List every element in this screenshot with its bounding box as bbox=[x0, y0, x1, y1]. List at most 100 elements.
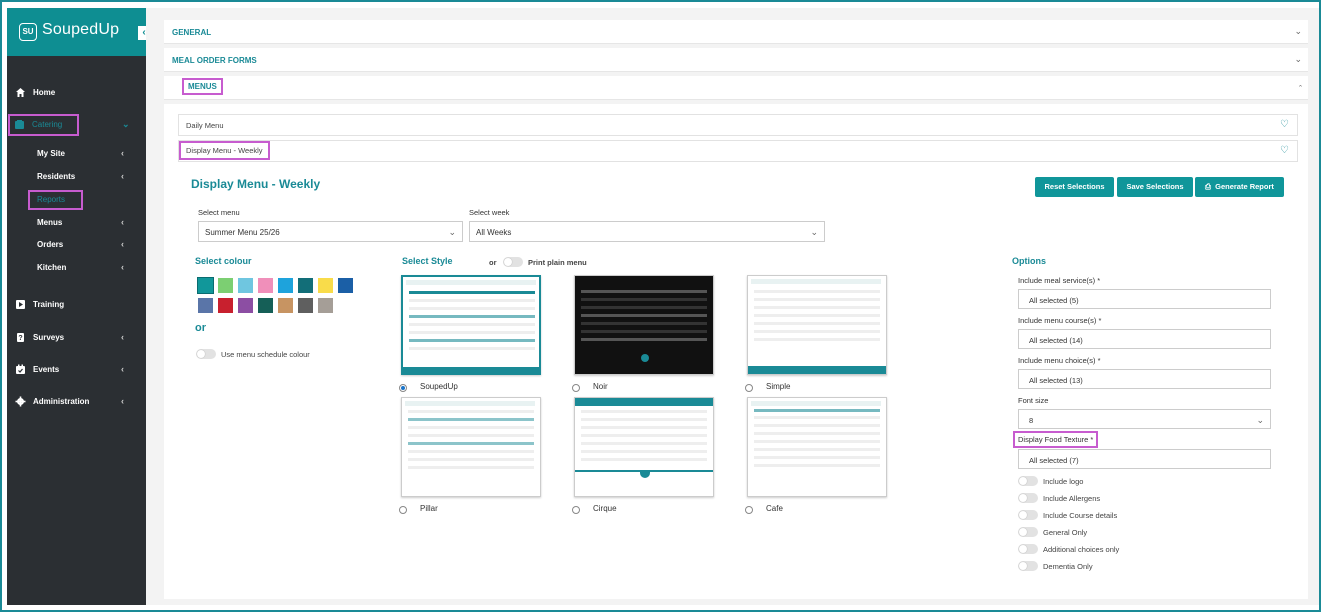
sidebar-sub-item-label: Menus bbox=[37, 218, 63, 227]
menu-choices-label: Include menu choice(s) * bbox=[1018, 356, 1101, 365]
colour-swatch[interactable] bbox=[338, 278, 353, 293]
colour-swatch[interactable] bbox=[258, 278, 273, 293]
sidebar-item-administration[interactable]: Administration ‹ bbox=[7, 393, 146, 411]
style-radio-simple[interactable] bbox=[745, 384, 753, 392]
style-thumbnail-cafe[interactable] bbox=[747, 397, 887, 497]
select-week-dropdown[interactable]: All Weeks ⌄ bbox=[469, 221, 825, 242]
sidebar-sub-item-my-site[interactable]: My Site ‹ bbox=[7, 146, 146, 162]
food-texture-select[interactable]: All selected (7) bbox=[1018, 449, 1271, 469]
sidebar-sub-item-menus[interactable]: Menus ‹ bbox=[7, 215, 146, 231]
catering-expanded-chevron[interactable]: ⌄ bbox=[115, 116, 135, 134]
select-colour-title: Select colour bbox=[195, 256, 252, 266]
style-thumbnail-soupedup[interactable] bbox=[401, 275, 541, 375]
sidebar-item-events[interactable]: Events ‹ bbox=[7, 361, 146, 379]
font-size-select[interactable]: 8 ⌄ bbox=[1018, 409, 1271, 429]
svg-text:?: ? bbox=[18, 335, 22, 342]
options-title: Options bbox=[1012, 256, 1046, 266]
colour-swatch[interactable] bbox=[258, 298, 273, 313]
include-allergens-toggle[interactable] bbox=[1018, 493, 1038, 503]
sidebar-sub-item-kitchen[interactable]: Kitchen ‹ bbox=[7, 260, 146, 276]
sidebar-item-surveys[interactable]: ? Surveys ‹ bbox=[7, 329, 146, 347]
dementia-only-toggle[interactable] bbox=[1018, 561, 1038, 571]
sidebar-item-training[interactable]: Training bbox=[7, 296, 146, 314]
events-icon bbox=[15, 364, 26, 375]
sidebar-item-label: Training bbox=[33, 300, 65, 309]
menu-courses-select[interactable]: All selected (14) bbox=[1018, 329, 1271, 349]
colour-swatch[interactable] bbox=[298, 278, 313, 293]
select-menu-dropdown[interactable]: Summer Menu 25/26 ⌄ bbox=[198, 221, 463, 242]
style-thumbnail-simple[interactable] bbox=[747, 275, 887, 375]
colour-swatch[interactable] bbox=[238, 298, 253, 313]
accordion-display-menu-weekly[interactable]: Display Menu - Weekly ♡ bbox=[178, 140, 1298, 162]
additional-choices-only-toggle[interactable] bbox=[1018, 544, 1038, 554]
generate-report-label: Generate Report bbox=[1215, 182, 1274, 191]
style-label-pillar: Pillar bbox=[420, 504, 438, 513]
sidebar-item-catering[interactable]: Catering bbox=[8, 114, 79, 136]
meal-services-select[interactable]: All selected (5) bbox=[1018, 289, 1271, 309]
print-plain-menu-toggle[interactable] bbox=[503, 257, 523, 267]
sidebar: SU SoupedUp ‹ Home Catering ⌄ My Site ‹ … bbox=[7, 8, 150, 605]
food-texture-label: Display Food Texture * bbox=[1012, 431, 1099, 448]
accordion-title: MENUS bbox=[182, 78, 223, 95]
colour-swatch[interactable] bbox=[298, 298, 313, 313]
additional-choices-only-label: Additional choices only bbox=[1043, 545, 1120, 554]
sidebar-sub-item-reports[interactable]: Reports bbox=[28, 190, 83, 210]
colour-swatch[interactable] bbox=[318, 278, 333, 293]
sidebar-item-label: Surveys bbox=[33, 333, 65, 342]
style-radio-noir[interactable] bbox=[572, 384, 580, 392]
colour-swatch[interactable] bbox=[197, 277, 214, 294]
chevron-left-icon: ‹ bbox=[121, 332, 124, 342]
colour-swatch[interactable] bbox=[278, 278, 293, 293]
chevron-left-icon: ‹ bbox=[121, 364, 124, 374]
accordion-general[interactable]: GENERAL ⌄ bbox=[164, 20, 1308, 44]
include-course-details-toggle[interactable] bbox=[1018, 510, 1038, 520]
include-logo-toggle[interactable] bbox=[1018, 476, 1038, 486]
menu-courses-label: Include menu course(s) * bbox=[1018, 316, 1102, 325]
style-radio-pillar[interactable] bbox=[399, 506, 407, 514]
style-thumbnail-cirque[interactable] bbox=[574, 397, 714, 497]
save-selections-button[interactable]: Save Selections bbox=[1117, 177, 1193, 197]
use-schedule-colour-label: Use menu schedule colour bbox=[221, 350, 310, 359]
sidebar-sub-item-label: My Site bbox=[37, 149, 66, 158]
menu-choices-select[interactable]: All selected (13) bbox=[1018, 369, 1271, 389]
sidebar-sub-item-label: Residents bbox=[37, 172, 76, 181]
chevron-up-icon: ˆ bbox=[1299, 84, 1302, 94]
training-icon bbox=[15, 299, 26, 310]
style-label-noir: Noir bbox=[593, 382, 608, 391]
colour-swatch[interactable] bbox=[198, 298, 213, 313]
select-style-title: Select Style bbox=[402, 256, 453, 266]
style-label-soupedup: SoupedUp bbox=[420, 382, 458, 391]
accordion-daily-menu[interactable]: Daily Menu ♡ bbox=[178, 114, 1298, 136]
accordion-menus[interactable]: MENUS ˆ bbox=[164, 76, 1308, 100]
colour-swatch[interactable] bbox=[318, 298, 333, 313]
style-radio-soupedup[interactable] bbox=[399, 384, 407, 392]
use-schedule-colour-toggle[interactable] bbox=[196, 349, 216, 359]
include-allergens-label: Include Allergens bbox=[1043, 494, 1101, 503]
chevron-down-icon: ⌄ bbox=[1294, 54, 1302, 64]
select-menu-value: Summer Menu 25/26 bbox=[205, 228, 280, 237]
chevron-left-icon: ‹ bbox=[121, 262, 124, 272]
style-or-label: or bbox=[489, 258, 497, 267]
colour-swatch[interactable] bbox=[238, 278, 253, 293]
heart-icon[interactable]: ♡ bbox=[1280, 145, 1289, 156]
style-label-cirque: Cirque bbox=[593, 504, 617, 513]
sidebar-item-home[interactable]: Home bbox=[7, 84, 146, 102]
style-thumbnail-noir[interactable] bbox=[574, 275, 714, 375]
accordion-meal-order-forms[interactable]: MEAL ORDER FORMS ⌄ bbox=[164, 48, 1308, 72]
sidebar-sub-item-orders[interactable]: Orders ‹ bbox=[7, 237, 146, 253]
generate-report-button[interactable]: ⎙ Generate Report bbox=[1195, 177, 1284, 197]
style-radio-cirque[interactable] bbox=[572, 506, 580, 514]
colour-swatch[interactable] bbox=[278, 298, 293, 313]
sidebar-sub-item-residents[interactable]: Residents ‹ bbox=[7, 169, 146, 185]
sidebar-item-label: Home bbox=[33, 88, 56, 97]
general-only-toggle[interactable] bbox=[1018, 527, 1038, 537]
colour-swatch[interactable] bbox=[218, 298, 233, 313]
colour-swatch[interactable] bbox=[218, 278, 233, 293]
style-thumbnail-pillar[interactable] bbox=[401, 397, 541, 497]
chevron-down-icon: ⌄ bbox=[810, 227, 818, 237]
reset-selections-button[interactable]: Reset Selections bbox=[1035, 177, 1114, 197]
sidebar-item-label: Catering bbox=[32, 120, 63, 129]
heart-icon[interactable]: ♡ bbox=[1280, 119, 1289, 130]
style-radio-cafe[interactable] bbox=[745, 506, 753, 514]
sidebar-item-label: Administration bbox=[33, 397, 90, 406]
